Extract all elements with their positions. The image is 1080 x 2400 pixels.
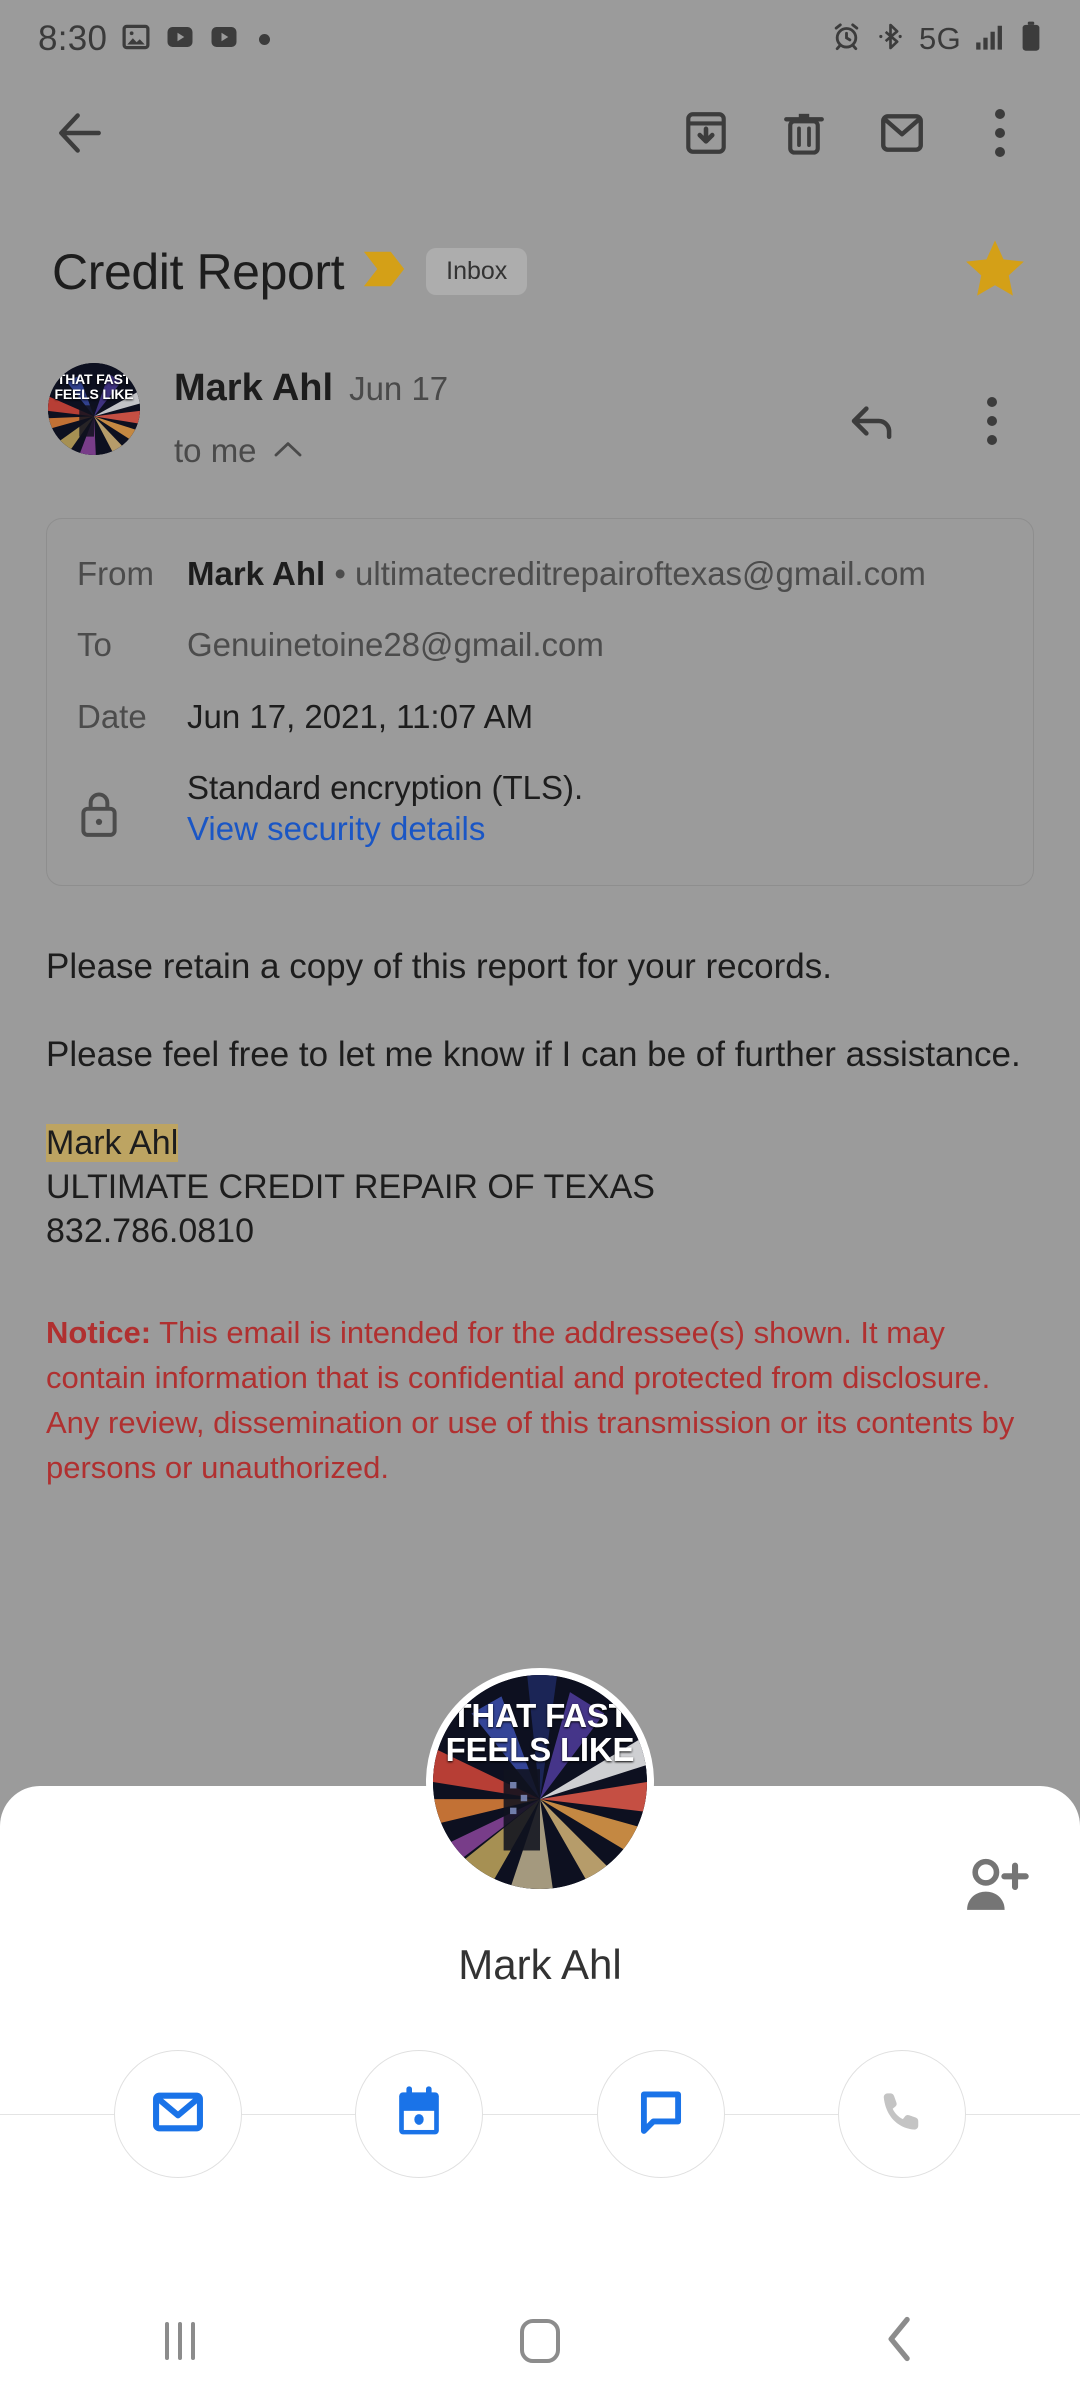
recents-icon bbox=[165, 2322, 195, 2360]
calendar-icon bbox=[393, 2084, 445, 2145]
view-security-details-link[interactable]: View security details bbox=[187, 810, 485, 847]
signature-phone: 832.786.0810 bbox=[46, 1212, 254, 1250]
phone-icon bbox=[876, 2086, 928, 2143]
email-date: Jun 17 bbox=[349, 370, 449, 407]
contact-bottom-sheet: THAT FAST FEELS LIKE Mark Ahl bbox=[0, 1668, 1080, 2400]
dot-indicator-icon bbox=[259, 33, 271, 45]
photo-icon bbox=[121, 22, 151, 57]
delete-button[interactable] bbox=[756, 85, 852, 181]
from-label: From bbox=[77, 555, 154, 592]
important-marker-icon[interactable] bbox=[362, 249, 408, 294]
contact-actions-row bbox=[0, 2050, 1080, 2178]
detail-row-from: From Mark Ahl • ultimatecreditrepairofte… bbox=[77, 553, 1003, 594]
notice-label: Notice: bbox=[46, 1315, 152, 1351]
reply-button[interactable] bbox=[824, 373, 920, 469]
date-value: Jun 17, 2021, 11:07 AM bbox=[187, 697, 534, 735]
message-more-button[interactable] bbox=[944, 373, 1040, 469]
label-chip-inbox[interactable]: Inbox bbox=[426, 248, 528, 295]
nav-recents-button[interactable] bbox=[100, 2282, 260, 2400]
status-bar: 8:30 5G bbox=[0, 0, 1080, 78]
contact-action-call[interactable] bbox=[838, 2050, 967, 2178]
mark-unread-button[interactable] bbox=[854, 85, 950, 181]
body-paragraph-2: Please feel free to let me know if I can… bbox=[46, 1035, 1021, 1075]
contact-action-chat[interactable] bbox=[596, 2050, 725, 2178]
email-details-card: From Mark Ahl • ultimatecreditrepairofte… bbox=[46, 518, 1034, 887]
body-paragraph-1: Please retain a copy of this report for … bbox=[46, 947, 832, 987]
to-value: Genuinetoine28@gmail.com bbox=[187, 626, 604, 664]
confidentiality-notice: Notice: This email is intended for the a… bbox=[46, 1311, 1034, 1491]
from-name: Mark Ahl bbox=[187, 555, 326, 592]
battery-icon bbox=[1020, 21, 1042, 57]
network-type-label: 5G bbox=[919, 21, 961, 56]
more-vertical-icon bbox=[987, 397, 997, 445]
avatar-caption: THAT FAST FEELS LIKE bbox=[54, 371, 134, 402]
status-bar-clock: 8:30 bbox=[38, 19, 108, 58]
contact-name: Mark Ahl bbox=[458, 1941, 622, 1988]
signal-bars-icon bbox=[975, 23, 1006, 55]
email-body: Please retain a copy of this report for … bbox=[0, 886, 1080, 1491]
signature-name: Mark Ahl bbox=[46, 1123, 179, 1162]
chevron-up-icon bbox=[273, 440, 303, 463]
avatar-caption: THAT FAST FEELS LIKE bbox=[445, 1696, 635, 1769]
encryption-text: Standard encryption (TLS). bbox=[187, 768, 584, 806]
page-title: Credit Report bbox=[52, 243, 345, 300]
youtube-icon bbox=[209, 22, 239, 57]
bluetooth-icon bbox=[876, 22, 905, 56]
nav-back-button[interactable] bbox=[820, 2282, 980, 2400]
recipient-toggle[interactable]: to me bbox=[174, 432, 448, 470]
system-navigation-bar bbox=[0, 2282, 1080, 2400]
signature-company: ULTIMATE CREDIT REPAIR OF TEXAS bbox=[46, 1167, 655, 1206]
lock-icon bbox=[77, 767, 187, 850]
archive-button[interactable] bbox=[658, 85, 754, 181]
nav-home-button[interactable] bbox=[460, 2282, 620, 2400]
sender-name[interactable]: Mark Ahl bbox=[174, 367, 333, 410]
detail-row-to: To Genuinetoine28@gmail.com bbox=[77, 624, 1003, 665]
youtube-icon bbox=[165, 22, 195, 57]
subject-row: Credit Report Inbox bbox=[0, 188, 1080, 307]
person-add-icon bbox=[963, 1855, 1029, 1922]
contact-action-calendar[interactable] bbox=[355, 2050, 484, 2178]
from-value: Mark Ahl • ultimatecreditrepairoftexas@g… bbox=[187, 553, 926, 594]
more-vertical-icon bbox=[995, 109, 1005, 157]
from-separator: • bbox=[334, 555, 346, 592]
encryption-info: Standard encryption (TLS). View security… bbox=[187, 767, 583, 850]
detail-row-date: Date Jun 17, 2021, 11:07 AM bbox=[77, 696, 1003, 737]
email-icon bbox=[150, 2084, 206, 2145]
alarm-icon bbox=[831, 21, 862, 57]
app-toolbar bbox=[0, 78, 1080, 188]
back-button[interactable] bbox=[32, 85, 128, 181]
recipient-summary: to me bbox=[174, 432, 257, 469]
home-icon bbox=[520, 2319, 560, 2363]
sender-row: THAT FAST FEELS LIKE Mark Ahl Jun 17 to … bbox=[0, 307, 1080, 470]
notice-text: This email is intended for the addressee… bbox=[46, 1315, 1015, 1485]
contact-avatar[interactable]: THAT FAST FEELS LIKE bbox=[426, 1668, 654, 1896]
from-email: ultimatecreditrepairoftexas@gmail.com bbox=[355, 555, 926, 592]
chat-icon bbox=[634, 2085, 688, 2144]
date-label: Date bbox=[77, 697, 147, 735]
star-button[interactable] bbox=[962, 236, 1028, 307]
add-contact-button[interactable] bbox=[950, 1842, 1042, 1934]
back-icon bbox=[885, 2316, 915, 2367]
email-signature: Mark Ahl ULTIMATE CREDIT REPAIR OF TEXAS… bbox=[46, 1121, 1034, 1254]
contact-action-email[interactable] bbox=[113, 2050, 242, 2178]
to-label: To bbox=[77, 626, 112, 664]
more-options-button[interactable] bbox=[952, 85, 1048, 181]
detail-row-encryption: Standard encryption (TLS). View security… bbox=[77, 767, 1003, 850]
avatar[interactable]: THAT FAST FEELS LIKE bbox=[48, 363, 140, 455]
